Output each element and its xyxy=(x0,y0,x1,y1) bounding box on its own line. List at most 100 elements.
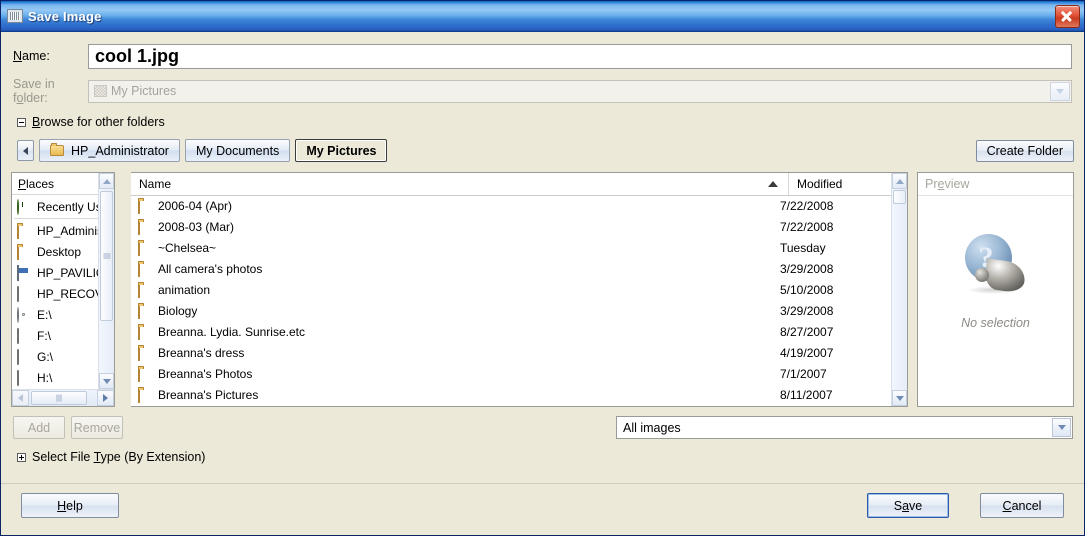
save-image-dialog: Save Image Name: Save in folder: My Pict… xyxy=(0,0,1085,536)
triangle-left-icon xyxy=(18,394,23,402)
file-modified-cell: 8/27/2007 xyxy=(780,324,834,339)
scroll-down-button[interactable] xyxy=(99,373,114,389)
save-in-folder-row: Save in folder: My Pictures xyxy=(1,70,1084,105)
preview-header: Pr e view xyxy=(918,173,1073,196)
places-item-label: F:\ xyxy=(37,328,51,343)
breadcrumb-item-my-documents[interactable]: My Documents xyxy=(184,139,291,162)
expand-icon xyxy=(17,452,26,462)
scroll-up-button[interactable] xyxy=(99,173,114,189)
remove-button[interactable]: Remove xyxy=(71,416,123,439)
cancel-button[interactable]: Cancel xyxy=(980,493,1064,518)
table-row[interactable]: animation 5/10/2008 xyxy=(131,279,890,300)
triangle-up-icon xyxy=(102,178,111,184)
places-panel: Places Recently Use HP_Administr Desktop xyxy=(11,172,115,407)
file-name-cell: ~Chelsea~ xyxy=(131,239,772,256)
chevron-down-icon xyxy=(1056,88,1064,94)
file-list-vertical-scrollbar[interactable] xyxy=(891,173,907,406)
triangle-down-icon xyxy=(102,378,111,384)
file-name-cell: Breanna. Lydia. Sunrise.etc xyxy=(131,323,772,340)
file-name-label: Breanna. Lydia. Sunrise.etc xyxy=(158,324,305,339)
folder-icon xyxy=(138,323,153,340)
triangle-up-icon xyxy=(895,178,904,184)
file-modified-cell: 7/22/2008 xyxy=(780,219,834,234)
places-vscroll-track[interactable] xyxy=(99,189,114,373)
folder-icon xyxy=(138,260,153,277)
folder-thumbnail-icon xyxy=(94,85,107,97)
table-row[interactable]: 2008-03 (Mar) 7/22/2008 xyxy=(131,216,890,237)
file-list-header: Name Modified xyxy=(131,173,907,196)
table-row[interactable]: ~Chelsea~ Tuesday xyxy=(131,237,890,258)
places-horizontal-scrollbar[interactable] xyxy=(12,389,114,406)
create-folder-button[interactable]: Create Folder xyxy=(975,139,1074,162)
file-name-cell: Breanna's Photos xyxy=(131,365,772,382)
help-button[interactable]: Help xyxy=(21,493,119,518)
drive-icon xyxy=(17,348,32,365)
save-in-folder-dropdown-button[interactable] xyxy=(1050,81,1070,101)
name-row: Name: xyxy=(1,32,1084,70)
file-list-panel: Name Modified 2006-04 (Apr) 7/22/2008 20… xyxy=(131,172,908,407)
table-row[interactable]: Breanna's dress 4/19/2007 xyxy=(131,342,890,363)
table-row[interactable]: Breanna. Lydia. Sunrise.etc 8/27/2007 xyxy=(131,321,890,342)
select-file-type-label: Select File Type (By Extension) xyxy=(32,450,206,464)
file-name-cell: 2006-04 (Apr) xyxy=(131,197,772,214)
table-row[interactable]: 2006-04 (Apr) 7/22/2008 xyxy=(131,195,890,216)
save-button[interactable]: Save xyxy=(867,493,949,518)
folder-icon xyxy=(138,365,153,382)
add-button[interactable]: Add xyxy=(13,416,65,439)
back-arrow-icon[interactable] xyxy=(17,140,34,161)
file-name-cell: All camera's photos xyxy=(131,260,772,277)
file-name-cell: Biology xyxy=(131,302,772,319)
column-header-name-label: Name xyxy=(139,177,172,191)
folder-icon xyxy=(138,302,153,319)
select-file-type-expander[interactable]: Select File Type (By Extension) xyxy=(1,439,1084,464)
scroll-down-button[interactable] xyxy=(892,390,907,406)
scroll-left-button[interactable] xyxy=(12,390,29,406)
folder-icon xyxy=(138,344,153,361)
save-in-folder-combo[interactable]: My Pictures xyxy=(88,79,1072,103)
scroll-right-button[interactable] xyxy=(97,390,114,406)
file-modified-cell: 5/10/2008 xyxy=(780,282,834,297)
browse-expander[interactable]: Browse for other folders xyxy=(1,104,1084,129)
breadcrumb-item-hp-administrator[interactable]: HP_Administrator xyxy=(39,139,180,162)
column-header-modified-label: Modified xyxy=(797,177,843,191)
column-header-modified[interactable]: Modified xyxy=(789,173,907,195)
sort-ascending-icon xyxy=(768,181,778,187)
image-icon xyxy=(7,9,23,23)
file-name-cell: Breanna's dress xyxy=(131,344,772,361)
places-vertical-scrollbar[interactable] xyxy=(98,173,114,389)
table-row[interactable]: All camera's photos 3/29/2008 xyxy=(131,258,890,279)
drive-icon xyxy=(17,327,32,344)
title-bar: Save Image xyxy=(1,1,1084,32)
unknown-file-icon: ? xyxy=(963,234,1029,296)
table-row[interactable]: Biology 3/29/2008 xyxy=(131,300,890,321)
file-name-label: 2006-04 (Apr) xyxy=(158,198,233,213)
table-row[interactable]: Breanna's Photos 7/1/2007 xyxy=(131,363,890,384)
folder-icon xyxy=(17,243,32,260)
file-filter-value: All images xyxy=(623,420,681,435)
places-vscroll-thumb[interactable] xyxy=(100,191,113,321)
file-name-label: Breanna's Pictures xyxy=(158,387,259,402)
preview-no-selection-label: No selection xyxy=(961,316,1030,330)
file-name-cell: 2008-03 (Mar) xyxy=(131,218,772,235)
places-hscroll-track[interactable] xyxy=(29,390,97,406)
file-modified-cell: 3/29/2008 xyxy=(780,303,834,318)
breadcrumb-item-my-pictures[interactable]: My Pictures xyxy=(295,139,388,162)
filename-input[interactable] xyxy=(88,43,1072,69)
close-icon[interactable] xyxy=(1055,4,1080,28)
places-item-label: H:\ xyxy=(37,370,53,385)
file-list-vscroll-thumb[interactable] xyxy=(893,190,906,204)
file-filter-dropdown-button[interactable] xyxy=(1052,418,1071,437)
places-item-label: Desktop xyxy=(37,244,82,259)
file-modified-cell: 8/11/2007 xyxy=(780,387,833,402)
recent-clock-icon xyxy=(17,198,32,215)
places-hscroll-thumb[interactable] xyxy=(31,391,87,405)
browse-expander-label: Browse for other folders xyxy=(32,115,165,129)
table-row[interactable]: Breanna's Pictures 8/11/2007 xyxy=(131,384,890,405)
triangle-down-icon xyxy=(895,395,904,401)
column-header-name[interactable]: Name xyxy=(131,173,789,195)
places-item-label: G:\ xyxy=(37,349,54,364)
scroll-up-button[interactable] xyxy=(892,173,907,189)
file-filter-combo[interactable]: All images xyxy=(616,416,1073,439)
file-list-vscroll-track[interactable] xyxy=(892,189,907,390)
cd-drive-icon xyxy=(17,306,32,323)
